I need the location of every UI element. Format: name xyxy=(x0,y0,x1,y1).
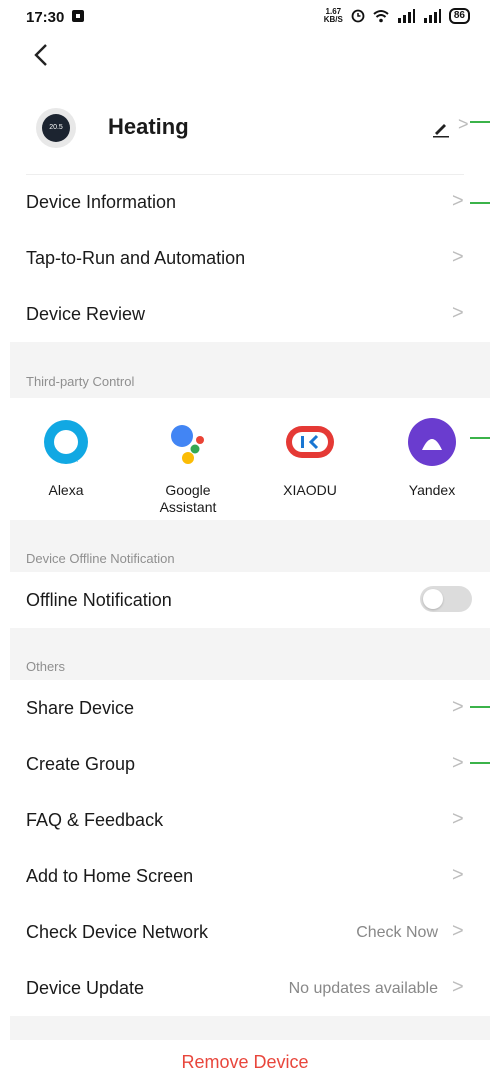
chevron-right-icon: > xyxy=(452,302,464,324)
edge-marker xyxy=(470,202,490,204)
google-assistant-icon xyxy=(160,414,216,470)
toggle-knob xyxy=(423,589,443,609)
third-party-label: Yandex xyxy=(408,482,456,498)
menu-label: Create Group xyxy=(26,754,136,774)
back-button[interactable] xyxy=(33,42,49,75)
chevron-right-icon: > xyxy=(452,920,464,942)
edit-icon[interactable] xyxy=(431,118,451,138)
menu-share-device[interactable]: Share Device > xyxy=(0,680,490,736)
device-avatar: 20.5 xyxy=(36,108,76,148)
chevron-right-icon: > xyxy=(452,752,464,774)
chevron-right-icon: > xyxy=(452,190,464,212)
network-speed: 1.67 KB/S xyxy=(324,8,343,24)
chevron-right-icon: > xyxy=(452,808,464,830)
remove-device-button[interactable]: Remove Device xyxy=(0,1052,490,1073)
speed-unit: KB/S xyxy=(323,15,343,24)
third-party-google-assistant[interactable]: Google Assistant xyxy=(148,414,228,516)
notification-icon xyxy=(72,10,84,22)
alexa-icon xyxy=(38,414,94,470)
signal-icon-2 xyxy=(423,9,441,23)
menu-label: Add to Home Screen xyxy=(26,866,194,886)
edge-marker xyxy=(470,437,490,439)
menu-device-review[interactable]: Device Review > xyxy=(0,286,490,342)
menu-label: Share Device xyxy=(26,698,135,718)
third-party-yandex[interactable]: Yandex xyxy=(392,414,472,499)
menu-tap-to-run[interactable]: Tap-to-Run and Automation > xyxy=(0,230,490,286)
status-bar: 17:30 1.67 KB/S 86 xyxy=(0,0,490,36)
menu-device-information[interactable]: Device Information > xyxy=(0,174,490,230)
edge-marker xyxy=(470,706,490,708)
wifi-icon xyxy=(373,10,389,23)
section-title-third-party: Third-party Control xyxy=(26,374,135,389)
chevron-left-icon xyxy=(34,44,47,66)
third-party-label: Alexa xyxy=(48,482,84,498)
update-status-value: No updates available xyxy=(288,980,438,997)
signal-icon xyxy=(397,9,415,23)
section-title-others: Others xyxy=(26,659,66,674)
alarm-icon xyxy=(351,9,365,23)
offline-notification-row: Offline Notification xyxy=(0,572,490,628)
chevron-right-icon: > xyxy=(452,696,464,718)
device-header[interactable]: 20.5 Heating > xyxy=(0,100,490,172)
chevron-right-icon: > xyxy=(452,976,464,998)
status-icons: 1.67 KB/S 86 xyxy=(324,8,470,24)
third-party-control: Alexa Google Assistant XIAODU Yandex xyxy=(0,398,490,520)
menu-add-to-home-screen[interactable]: Add to Home Screen > xyxy=(0,848,490,904)
menu-device-update[interactable]: Device Update No updates available > xyxy=(0,960,490,1016)
menu-check-device-network[interactable]: Check Device Network Check Now > xyxy=(0,904,490,960)
third-party-xiaodu[interactable]: XIAODU xyxy=(270,414,350,499)
edge-marker xyxy=(470,762,490,764)
device-name: Heating xyxy=(108,114,189,139)
thermostat-display: 20.5 xyxy=(42,114,70,142)
offline-notification-label: Offline Notification xyxy=(26,590,172,610)
third-party-label: XIAODU xyxy=(283,482,337,498)
offline-notification-toggle[interactable] xyxy=(420,586,472,612)
check-now-value: Check Now xyxy=(356,924,438,941)
menu-faq-feedback[interactable]: FAQ & Feedback > xyxy=(0,792,490,848)
menu-label: FAQ & Feedback xyxy=(26,810,164,830)
menu-label: Device Update xyxy=(26,978,145,998)
chevron-right-icon: > xyxy=(452,246,464,268)
menu-label: Device Information xyxy=(26,192,177,212)
chevron-right-icon: > xyxy=(452,864,464,886)
section-gap xyxy=(10,628,490,680)
menu-label: Device Review xyxy=(26,304,146,324)
third-party-alexa[interactable]: Alexa xyxy=(26,414,106,499)
section-gap xyxy=(10,1016,490,1040)
chevron-right-icon: > xyxy=(458,114,469,134)
menu-create-group[interactable]: Create Group > xyxy=(0,736,490,792)
third-party-label: Google Assistant xyxy=(159,482,217,515)
section-gap xyxy=(10,342,490,398)
xiaodu-icon xyxy=(282,414,338,470)
battery-icon: 86 xyxy=(448,8,470,24)
edge-marker xyxy=(470,121,490,123)
menu-label: Check Device Network xyxy=(26,922,209,942)
status-time: 17:30 xyxy=(26,9,65,26)
section-title-offline: Device Offline Notification xyxy=(26,551,175,566)
yandex-icon xyxy=(404,414,460,470)
menu-label: Tap-to-Run and Automation xyxy=(26,248,246,268)
